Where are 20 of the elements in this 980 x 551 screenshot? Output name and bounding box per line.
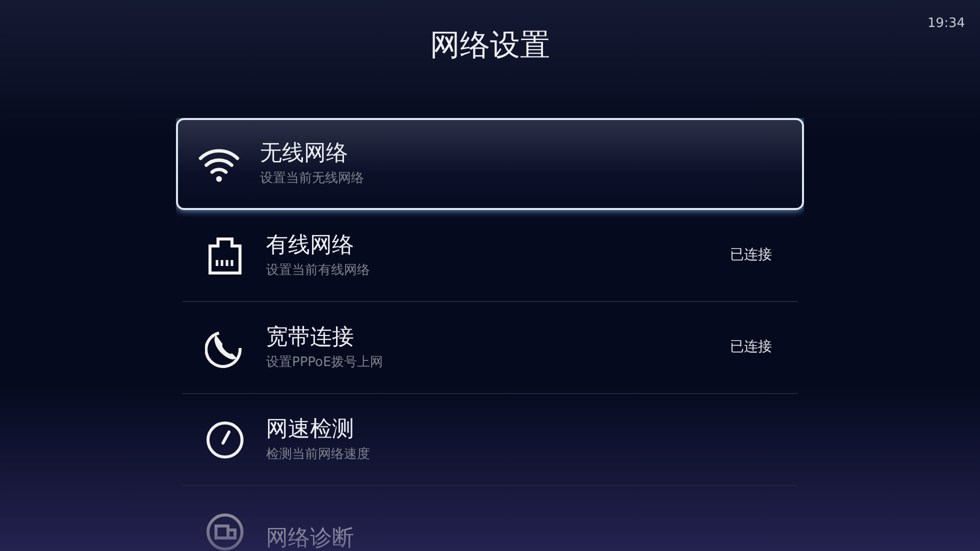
item-title: 宽带连接 — [266, 324, 355, 352]
menu-item[interactable]: 无线网络 设置当前无线网络 — [176, 118, 804, 210]
page-title: 网络设置 — [430, 28, 550, 64]
item-title: 网速检测 — [266, 416, 355, 444]
gauge-icon — [205, 420, 245, 460]
item-subtitle: 设置当前无线网络 — [260, 170, 365, 188]
diagnostic-icon — [205, 512, 245, 551]
item-subtitle: 设置PPPoE拨号上网 — [266, 354, 384, 372]
menu-item[interactable]: 网速检测 检测当前网络速度 — [182, 394, 798, 486]
connection-status: 已连接 — [730, 246, 772, 265]
item-title: 有线网络 — [266, 232, 355, 260]
menu-item[interactable]: 有线网络 设置当前有线网络 已连接 — [182, 210, 798, 302]
connection-status: 已连接 — [730, 338, 772, 357]
item-title: 网络诊断 — [266, 525, 355, 551]
menu-item[interactable]: 宽带连接 设置PPPoE拨号上网 已连接 — [182, 302, 798, 394]
clock-time: 19:34 — [928, 15, 965, 33]
item-subtitle: 检测当前网络速度 — [266, 446, 371, 464]
item-subtitle: 设置当前有线网络 — [266, 262, 371, 280]
item-title: 无线网络 — [260, 140, 349, 168]
menu-item[interactable]: 网络诊断 — [182, 486, 798, 551]
